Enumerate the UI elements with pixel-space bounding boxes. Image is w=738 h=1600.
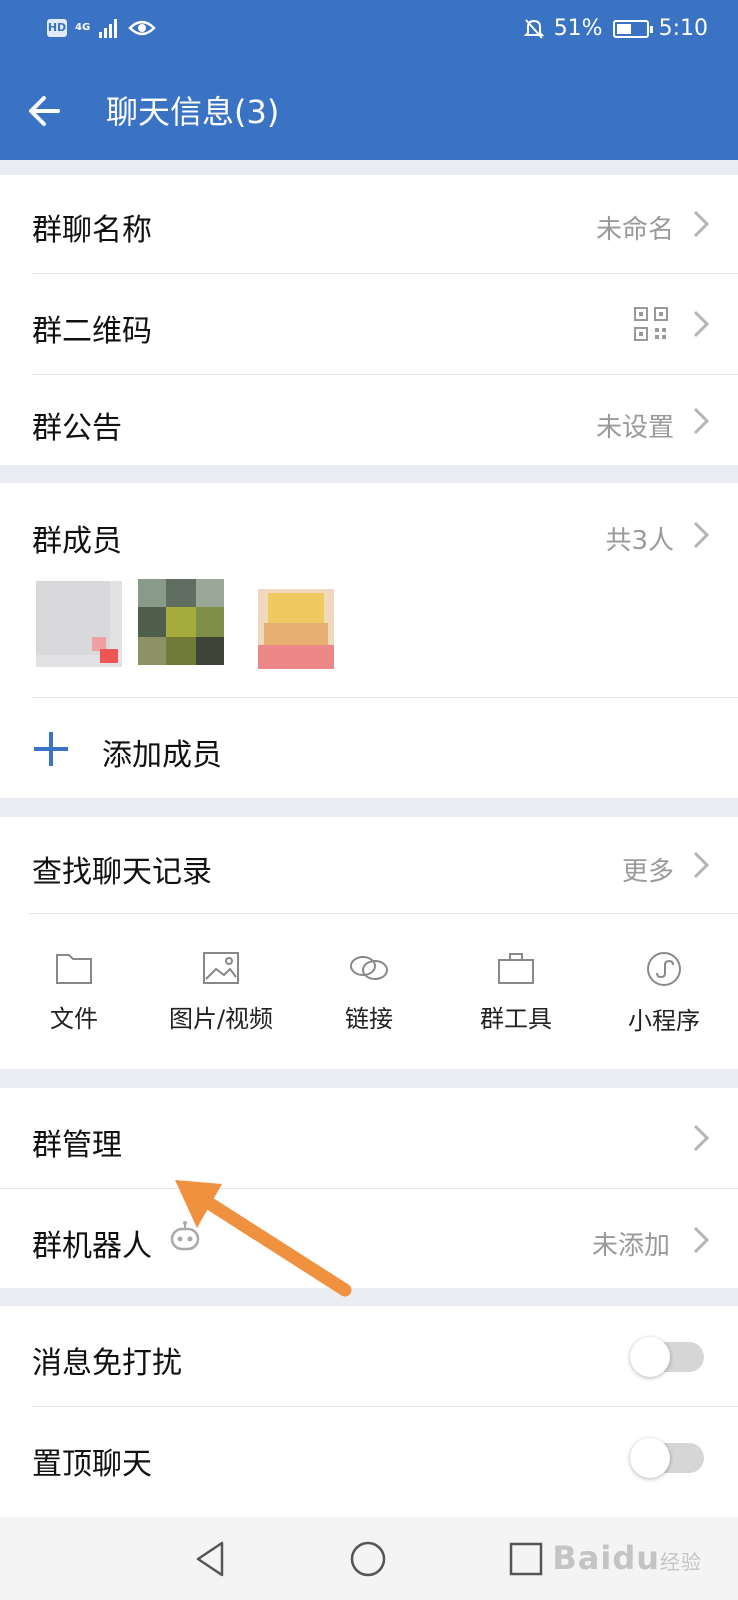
chevron-right-icon: [693, 1124, 710, 1152]
qr-code-icon: [634, 307, 668, 341]
page-title: 聊天信息(3): [106, 93, 280, 131]
nav-recents-icon[interactable]: [506, 1539, 546, 1579]
pin-row: 置顶聊天: [0, 1407, 738, 1517]
group-robot-row[interactable]: 群机器人 未添加: [0, 1189, 738, 1288]
back-arrow-icon[interactable]: [22, 88, 68, 134]
group-manage-label: 群管理: [32, 1128, 122, 1163]
shortcut-label: 小程序: [628, 1007, 700, 1035]
chevron-right-icon: [693, 210, 710, 238]
search-history-label: 查找聊天记录: [32, 855, 212, 890]
member-avatar[interactable]: [36, 581, 122, 667]
watermark-text: Baidu: [552, 1539, 660, 1577]
robot-icon: [170, 1221, 200, 1251]
group-manage-card: 群管理 群机器人 未添加: [0, 1088, 738, 1288]
group-name-label: 群聊名称: [32, 213, 152, 248]
title-bar: 聊天信息(3): [0, 80, 738, 146]
briefcase-icon: [498, 953, 534, 984]
chevron-right-icon: [693, 851, 710, 879]
chevron-right-icon: [693, 407, 710, 435]
clock: 5:10: [658, 16, 708, 41]
search-history-more: 更多: [621, 857, 674, 887]
members-label: 群成员: [32, 524, 122, 559]
chevron-right-icon: [693, 310, 710, 338]
nav-home-icon[interactable]: [348, 1539, 388, 1579]
app-header: HD 4G 51% 5:10 聊天信息(3): [0, 0, 738, 160]
divider: [28, 913, 738, 914]
group-qrcode-row[interactable]: 群二维码: [0, 274, 738, 374]
plus-icon: [34, 732, 68, 766]
pin-toggle[interactable]: [630, 1438, 704, 1478]
settings-card: 消息免打扰 置顶聊天: [0, 1306, 738, 1517]
add-member-button[interactable]: 添加成员: [0, 698, 738, 798]
battery-icon: [612, 19, 653, 38]
chevron-right-icon: [693, 1226, 710, 1254]
members-card: 群成员 共3人 添加成员: [0, 483, 738, 798]
group-notice-row[interactable]: 群公告 未设置: [0, 375, 738, 465]
shortcut-group-tools[interactable]: 群工具: [446, 951, 586, 1034]
add-member-label: 添加成员: [102, 738, 222, 773]
battery-percent: 51%: [553, 16, 603, 41]
shortcut-links[interactable]: 链接: [299, 951, 439, 1034]
shortcut-label: 图片/视频: [168, 1005, 274, 1033]
pin-label: 置顶聊天: [32, 1447, 152, 1482]
members-count: 共3人: [605, 526, 674, 556]
shortcut-label: 文件: [50, 1005, 98, 1033]
chevron-right-icon: [693, 521, 710, 549]
shortcut-mini-program[interactable]: 小程序: [594, 951, 734, 1036]
signal-icon: [99, 19, 118, 38]
image-icon: [203, 952, 239, 984]
shortcut-label: 链接: [345, 1005, 393, 1033]
group-notice-value: 未设置: [595, 413, 674, 443]
search-history-row[interactable]: 查找聊天记录 更多: [0, 817, 738, 913]
folder-icon: [56, 954, 92, 984]
mute-row: 消息免打扰: [0, 1306, 738, 1406]
shortcut-label: 群工具: [480, 1005, 552, 1033]
shortcut-files[interactable]: 文件: [4, 951, 144, 1034]
chat-history-card: 查找聊天记录 更多 文件 图片/视频 链接 群工具 小程序: [0, 817, 738, 1069]
group-notice-label: 群公告: [32, 411, 122, 446]
bell-muted-icon: [523, 18, 544, 39]
shortcut-media[interactable]: 图片/视频: [151, 951, 291, 1034]
members-row[interactable]: 群成员 共3人: [0, 483, 738, 583]
hd-badge: HD: [47, 19, 67, 37]
status-bar: HD 4G 51% 5:10: [0, 12, 738, 52]
member-avatar[interactable]: [138, 579, 224, 665]
group-name-value: 未命名: [595, 215, 674, 245]
member-avatar[interactable]: [258, 589, 344, 675]
group-manage-row[interactable]: 群管理: [0, 1088, 738, 1188]
shortcut-row: 文件 图片/视频 链接 群工具 小程序: [0, 951, 738, 1051]
network-type: 4G: [75, 22, 91, 33]
nav-back-icon[interactable]: [192, 1539, 232, 1579]
baidu-watermark: Baidu经验: [552, 1539, 702, 1577]
group-qrcode-label: 群二维码: [32, 314, 152, 349]
link-icon: [350, 956, 388, 980]
watermark-suffix: 经验: [660, 1550, 702, 1574]
group-name-row[interactable]: 群聊名称 未命名: [0, 175, 738, 273]
group-info-card: 群聊名称 未命名 群二维码 群公告 未设置: [0, 175, 738, 465]
group-robot-label: 群机器人: [32, 1229, 152, 1264]
system-nav-bar: Baidu经验: [0, 1517, 738, 1600]
mute-toggle[interactable]: [630, 1337, 704, 1377]
eye-icon: [128, 20, 156, 36]
mini-program-icon: [647, 952, 681, 986]
mute-label: 消息免打扰: [32, 1346, 182, 1381]
group-robot-value: 未添加: [591, 1231, 670, 1261]
